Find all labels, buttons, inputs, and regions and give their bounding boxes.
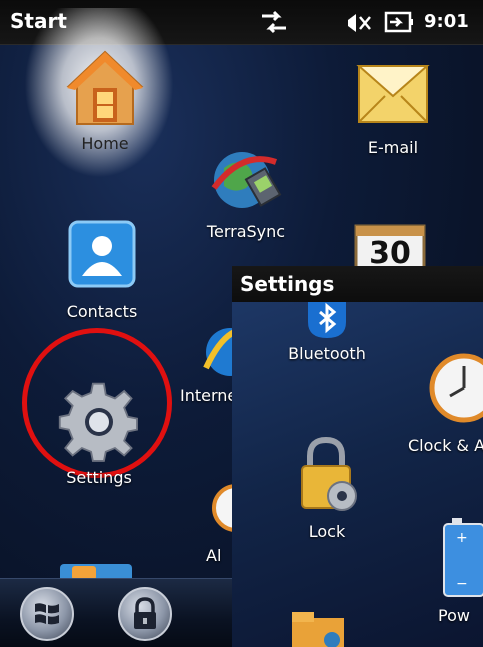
taskbar [0,578,240,647]
contacts-tile[interactable]: Contacts [52,218,152,321]
lock-label: Lock [308,522,346,541]
email-tile[interactable]: E-mail [348,50,438,157]
envelope-icon [356,65,430,123]
bluetooth-label: Bluetooth [288,344,366,363]
power-item[interactable]: + − Pow [438,518,483,625]
padlock-icon [134,597,156,629]
svg-text:+: + [456,530,468,546]
power-label: Pow [438,606,470,625]
lock-item[interactable]: Lock [292,434,362,541]
house-icon [66,50,144,125]
bluetooth-icon [308,302,346,338]
bluetooth-item[interactable]: Bluetooth [282,302,372,363]
windows-logo-icon [35,603,59,625]
home-label: Home [81,134,129,153]
svg-text:−: − [456,576,468,592]
internet-label: Interne [180,386,238,405]
battery-icon: + − [443,518,483,597]
settings-header: Settings [232,266,483,302]
email-label: E-mail [367,138,419,157]
terrasync-icon [211,152,282,208]
clock-alarms-label: Clock & A [408,436,483,455]
speaker-muted-icon[interactable] [344,10,374,36]
data-connection-icon[interactable] [258,8,290,36]
settings-panel: Settings Bluetooth Clock & A Lock + − Po… [232,266,483,647]
lock-button[interactable] [118,587,172,641]
folder-icon[interactable] [288,610,348,647]
battery-charging-icon[interactable] [384,10,414,34]
clock-text: 9:01 [424,11,469,32]
clock-icon [429,353,483,423]
settings-label: Settings [66,468,132,487]
contacts-label: Contacts [66,302,138,321]
settings-title: Settings [240,272,335,296]
start-button[interactable] [20,587,74,641]
home-tile[interactable]: Home [50,46,160,153]
terrasync-tile[interactable]: TerraSync [196,138,296,241]
clock-alarms-item[interactable]: Clock & A [408,350,483,455]
terrasync-label: TerraSync [206,222,286,241]
contacts-icon [68,220,136,288]
settings-tile[interactable]: Settings [44,380,154,487]
internet-explorer-icon [203,327,240,376]
lock-gear-icon [301,436,357,511]
internet-tile[interactable]: Interne [180,312,240,405]
gear-icon [58,382,138,462]
start-screen: Start 9:01 Home [0,0,483,647]
